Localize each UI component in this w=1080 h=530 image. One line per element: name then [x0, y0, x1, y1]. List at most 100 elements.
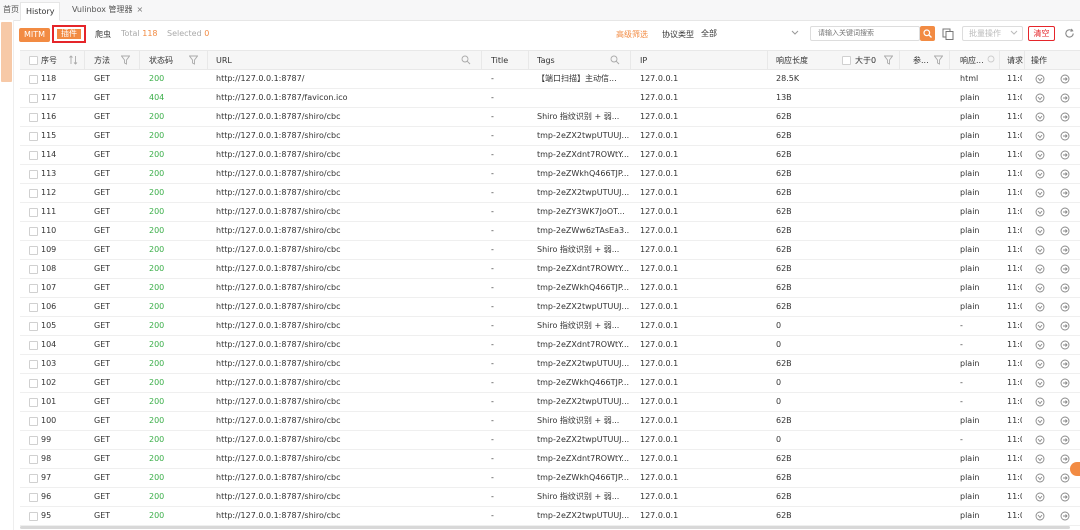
- detail-icon[interactable]: [1035, 207, 1045, 217]
- row-checkbox[interactable]: [29, 493, 38, 502]
- filter-icon[interactable]: [121, 55, 130, 65]
- table-row[interactable]: 118 GET 200 http://127.0.0.1:8787/ - 【端口扫描】主动…: [20, 70, 1080, 89]
- table-row[interactable]: 111 GET 200 http://127.0.0.1:8787/shiro/cbc…: [20, 203, 1080, 222]
- arrow-right-icon[interactable]: [1060, 397, 1070, 407]
- tab-history[interactable]: History: [20, 2, 61, 21]
- detail-icon[interactable]: [1035, 511, 1045, 521]
- col-header-ip[interactable]: IP: [640, 51, 647, 70]
- crawler-button[interactable]: 爬虫: [95, 29, 111, 40]
- col-header-title[interactable]: Title: [491, 51, 508, 70]
- col-header-method[interactable]: 方法: [94, 51, 110, 70]
- table-row[interactable]: 98 GET 200 http://127.0.0.1:8787/shiro/cbc -…: [20, 450, 1080, 469]
- col-header-tags[interactable]: Tags: [537, 51, 555, 70]
- tab-vulinbox[interactable]: Vulinbox 管理器 ×: [68, 3, 147, 17]
- table-row[interactable]: 107 GET 200 http://127.0.0.1:8787/shiro/cbc…: [20, 279, 1080, 298]
- detail-icon[interactable]: [1035, 397, 1045, 407]
- col-header-url[interactable]: URL: [216, 51, 232, 70]
- row-checkbox[interactable]: [29, 94, 38, 103]
- arrow-right-icon[interactable]: [1060, 283, 1070, 293]
- row-checkbox[interactable]: [29, 455, 38, 464]
- arrow-right-icon[interactable]: [1060, 473, 1070, 483]
- search-icon[interactable]: [461, 55, 471, 65]
- batch-operation-button[interactable]: 批量操作: [962, 26, 1023, 41]
- col-header-id[interactable]: 序号: [41, 51, 57, 70]
- filter-icon[interactable]: [934, 55, 943, 65]
- table-row[interactable]: 101 GET 200 http://127.0.0.1:8787/shiro/cbc…: [20, 393, 1080, 412]
- col-header-length[interactable]: 响应长度: [776, 51, 808, 70]
- detail-icon[interactable]: [1035, 245, 1045, 255]
- arrow-right-icon[interactable]: [1060, 74, 1070, 84]
- col-header-request-time[interactable]: 请求: [1007, 51, 1023, 70]
- close-icon[interactable]: ×: [137, 5, 144, 14]
- arrow-right-icon[interactable]: [1060, 435, 1070, 445]
- detail-icon[interactable]: [1035, 74, 1045, 84]
- arrow-right-icon[interactable]: [1060, 131, 1070, 141]
- row-checkbox[interactable]: [29, 151, 38, 160]
- row-checkbox[interactable]: [29, 303, 38, 312]
- search-icon[interactable]: [610, 55, 620, 65]
- detail-icon[interactable]: [1035, 492, 1045, 502]
- detail-icon[interactable]: [1035, 340, 1045, 350]
- detail-icon[interactable]: [1035, 264, 1045, 274]
- row-checkbox[interactable]: [29, 75, 38, 84]
- table-row[interactable]: 105 GET 200 http://127.0.0.1:8787/shiro/cbc…: [20, 317, 1080, 336]
- row-checkbox[interactable]: [29, 246, 38, 255]
- detail-icon[interactable]: [1035, 302, 1045, 312]
- detail-icon[interactable]: [1035, 283, 1045, 293]
- detail-icon[interactable]: [1035, 169, 1045, 179]
- protocol-select[interactable]: 全部: [701, 27, 801, 41]
- table-row[interactable]: 117 GET 404 http://127.0.0.1:8787/favicon.i…: [20, 89, 1080, 108]
- row-checkbox[interactable]: [29, 189, 38, 198]
- copy-icon[interactable]: [942, 28, 954, 40]
- detail-icon[interactable]: [1035, 93, 1045, 103]
- row-checkbox[interactable]: [29, 284, 38, 293]
- arrow-right-icon[interactable]: [1060, 454, 1070, 464]
- detail-icon[interactable]: [1035, 416, 1045, 426]
- filter-icon[interactable]: [884, 55, 893, 65]
- row-checkbox[interactable]: [29, 322, 38, 331]
- arrow-right-icon[interactable]: [1060, 112, 1070, 122]
- detail-icon[interactable]: [1035, 131, 1045, 141]
- col-header-params[interactable]: 参...: [913, 51, 929, 70]
- detail-icon[interactable]: [1035, 454, 1045, 464]
- detail-icon[interactable]: [1035, 150, 1045, 160]
- table-row[interactable]: 106 GET 200 http://127.0.0.1:8787/shiro/cbc…: [20, 298, 1080, 317]
- table-row[interactable]: 104 GET 200 http://127.0.0.1:8787/shiro/cbc…: [20, 336, 1080, 355]
- row-checkbox[interactable]: [29, 208, 38, 217]
- row-checkbox[interactable]: [29, 227, 38, 236]
- row-checkbox[interactable]: [29, 341, 38, 350]
- table-row[interactable]: 108 GET 200 http://127.0.0.1:8787/shiro/cbc…: [20, 260, 1080, 279]
- row-checkbox[interactable]: [29, 360, 38, 369]
- table-row[interactable]: 100 GET 200 http://127.0.0.1:8787/shiro/cbc…: [20, 412, 1080, 431]
- col-header-status[interactable]: 状态码: [149, 51, 173, 70]
- arrow-right-icon[interactable]: [1060, 245, 1070, 255]
- detail-icon[interactable]: [1035, 359, 1045, 369]
- table-row[interactable]: 114 GET 200 http://127.0.0.1:8787/shiro/cbc…: [20, 146, 1080, 165]
- arrow-right-icon[interactable]: [1060, 264, 1070, 274]
- arrow-right-icon[interactable]: [1060, 321, 1070, 331]
- row-checkbox[interactable]: [29, 417, 38, 426]
- search-icon[interactable]: [987, 55, 996, 65]
- table-row[interactable]: 115 GET 200 http://127.0.0.1:8787/shiro/cbc…: [20, 127, 1080, 146]
- greater-than-zero-checkbox[interactable]: [842, 56, 851, 65]
- arrow-right-icon[interactable]: [1060, 340, 1070, 350]
- table-row[interactable]: 99 GET 200 http://127.0.0.1:8787/shiro/cbc -…: [20, 431, 1080, 450]
- mitm-button[interactable]: MITM: [19, 28, 51, 42]
- tab-home[interactable]: 首页: [1, 3, 21, 17]
- table-row[interactable]: 103 GET 200 http://127.0.0.1:8787/shiro/cbc…: [20, 355, 1080, 374]
- search-input[interactable]: [810, 26, 920, 41]
- detail-icon[interactable]: [1035, 473, 1045, 483]
- detail-icon[interactable]: [1035, 188, 1045, 198]
- arrow-right-icon[interactable]: [1060, 492, 1070, 502]
- col-header-content-type[interactable]: 响应...: [960, 51, 984, 70]
- detail-icon[interactable]: [1035, 112, 1045, 122]
- select-all-checkbox[interactable]: [29, 56, 38, 65]
- arrow-right-icon[interactable]: [1060, 207, 1070, 217]
- table-row[interactable]: 102 GET 200 http://127.0.0.1:8787/shiro/cbc…: [20, 374, 1080, 393]
- arrow-right-icon[interactable]: [1060, 150, 1070, 160]
- arrow-right-icon[interactable]: [1060, 511, 1070, 521]
- row-checkbox[interactable]: [29, 474, 38, 483]
- row-checkbox[interactable]: [29, 113, 38, 122]
- search-button[interactable]: [920, 26, 935, 41]
- row-checkbox[interactable]: [29, 170, 38, 179]
